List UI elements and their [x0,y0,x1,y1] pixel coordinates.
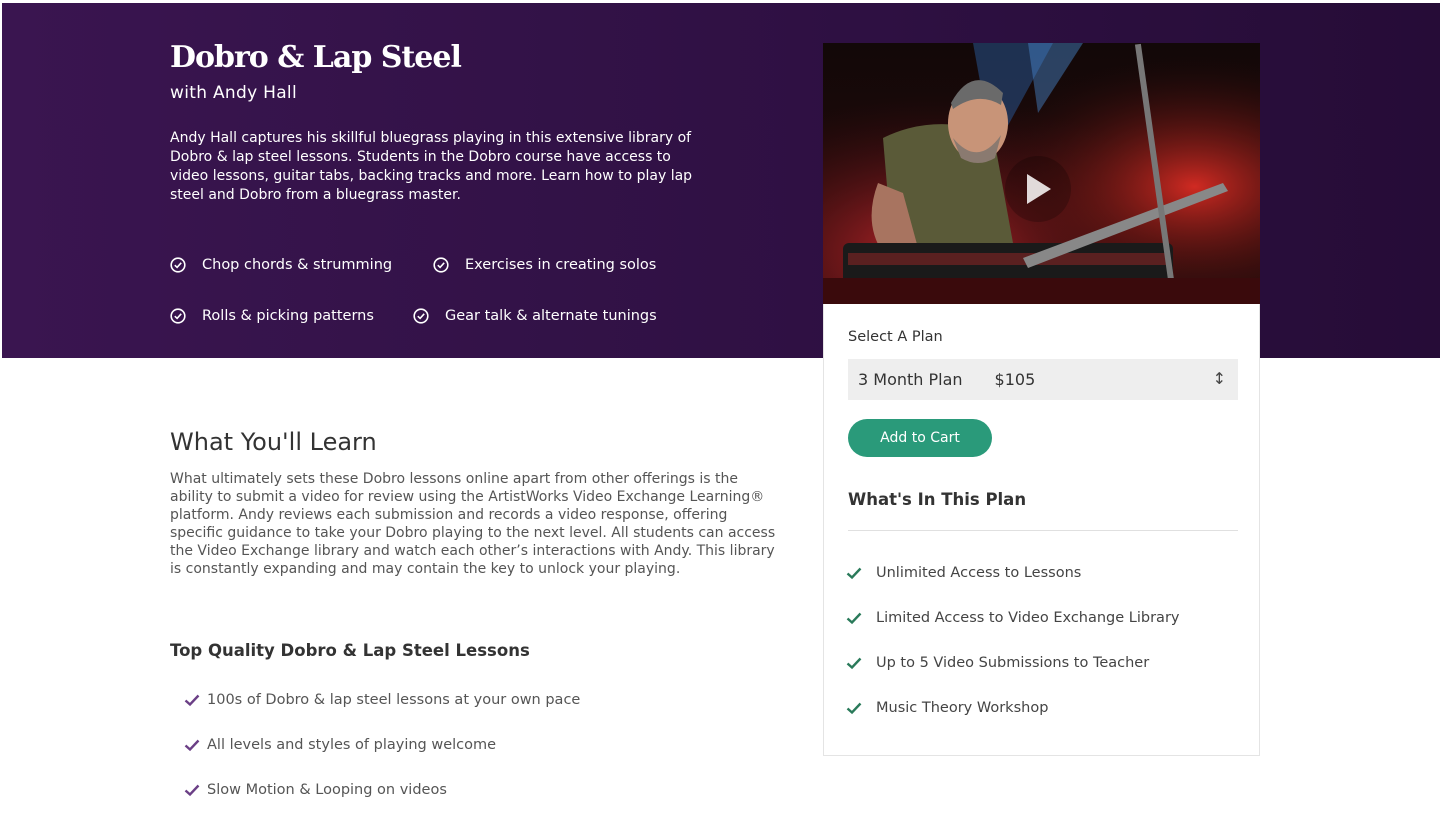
feature-item: Rolls & picking patterns [170,308,374,324]
up-down-arrows-icon: ↕ [1212,369,1226,388]
feature-label: Exercises in creating solos [465,257,657,273]
select-plan-label: Select A Plan [848,329,943,345]
feature-item: Chop chords & strumming [170,257,392,273]
checkmark-icon [846,567,862,580]
checkmark-icon [184,784,200,797]
play-button[interactable] [1005,156,1071,222]
plan-item-label: Up to 5 Video Submissions to Teacher [876,655,1150,671]
checkmark-icon [846,657,862,670]
selected-plan-name: 3 Month Plan [858,370,963,389]
plan-item: Up to 5 Video Submissions to Teacher [846,655,1149,671]
quality-item-label: All levels and styles of playing welcome [207,737,497,753]
feature-label: Rolls & picking patterns [202,308,374,324]
course-title: Dobro & Lap Steel [170,40,462,75]
plan-item: Limited Access to Video Exchange Library [846,610,1180,626]
plan-item: Music Theory Workshop [846,700,1048,716]
plan-item-label: Unlimited Access to Lessons [876,565,1082,581]
course-description: Andy Hall captures his skillful bluegras… [170,130,693,203]
checkmark-icon [184,694,200,707]
circle-check-icon [170,308,186,324]
feature-label: Chop chords & strumming [202,257,393,273]
plan-item-label: Limited Access to Video Exchange Library [876,610,1180,626]
circle-check-icon [170,257,186,273]
plan-item-label: Music Theory Workshop [876,700,1049,716]
feature-item: Gear talk & alternate tunings [413,308,657,324]
play-icon [1027,174,1051,204]
circle-check-icon [413,308,429,324]
learn-heading: What You'll Learn [170,428,377,456]
selected-plan-price: $105 [994,370,1036,389]
plan-contents-heading: What's In This Plan [848,490,1027,509]
quality-item: Slow Motion & Looping on videos [184,782,447,798]
instructor-subtitle: with Andy Hall [170,83,297,103]
feature-item: Exercises in creating solos [433,257,656,273]
checkmark-icon [184,739,200,752]
feature-label: Gear talk & alternate tunings [445,308,657,324]
quality-item: All levels and styles of playing welcome [184,737,496,753]
checkmark-icon [846,612,862,625]
quality-heading: Top Quality Dobro & Lap Steel Lessons [170,641,530,660]
plan-select[interactable]: 3 Month Plan $105 ↕ [848,359,1238,400]
circle-check-icon [433,257,449,273]
learn-description: What ultimately sets these Dobro lessons… [170,471,776,577]
quality-item-label: 100s of Dobro & lap steel lessons at you… [207,692,581,708]
quality-item: 100s of Dobro & lap steel lessons at you… [184,692,580,708]
plan-card: Select A Plan 3 Month Plan $105 ↕ Add to… [823,304,1260,756]
quality-item-label: Slow Motion & Looping on videos [207,782,447,798]
plan-item: Unlimited Access to Lessons [846,565,1081,581]
add-to-cart-button[interactable]: Add to Cart [848,419,992,457]
checkmark-icon [846,702,862,715]
divider [848,530,1238,531]
